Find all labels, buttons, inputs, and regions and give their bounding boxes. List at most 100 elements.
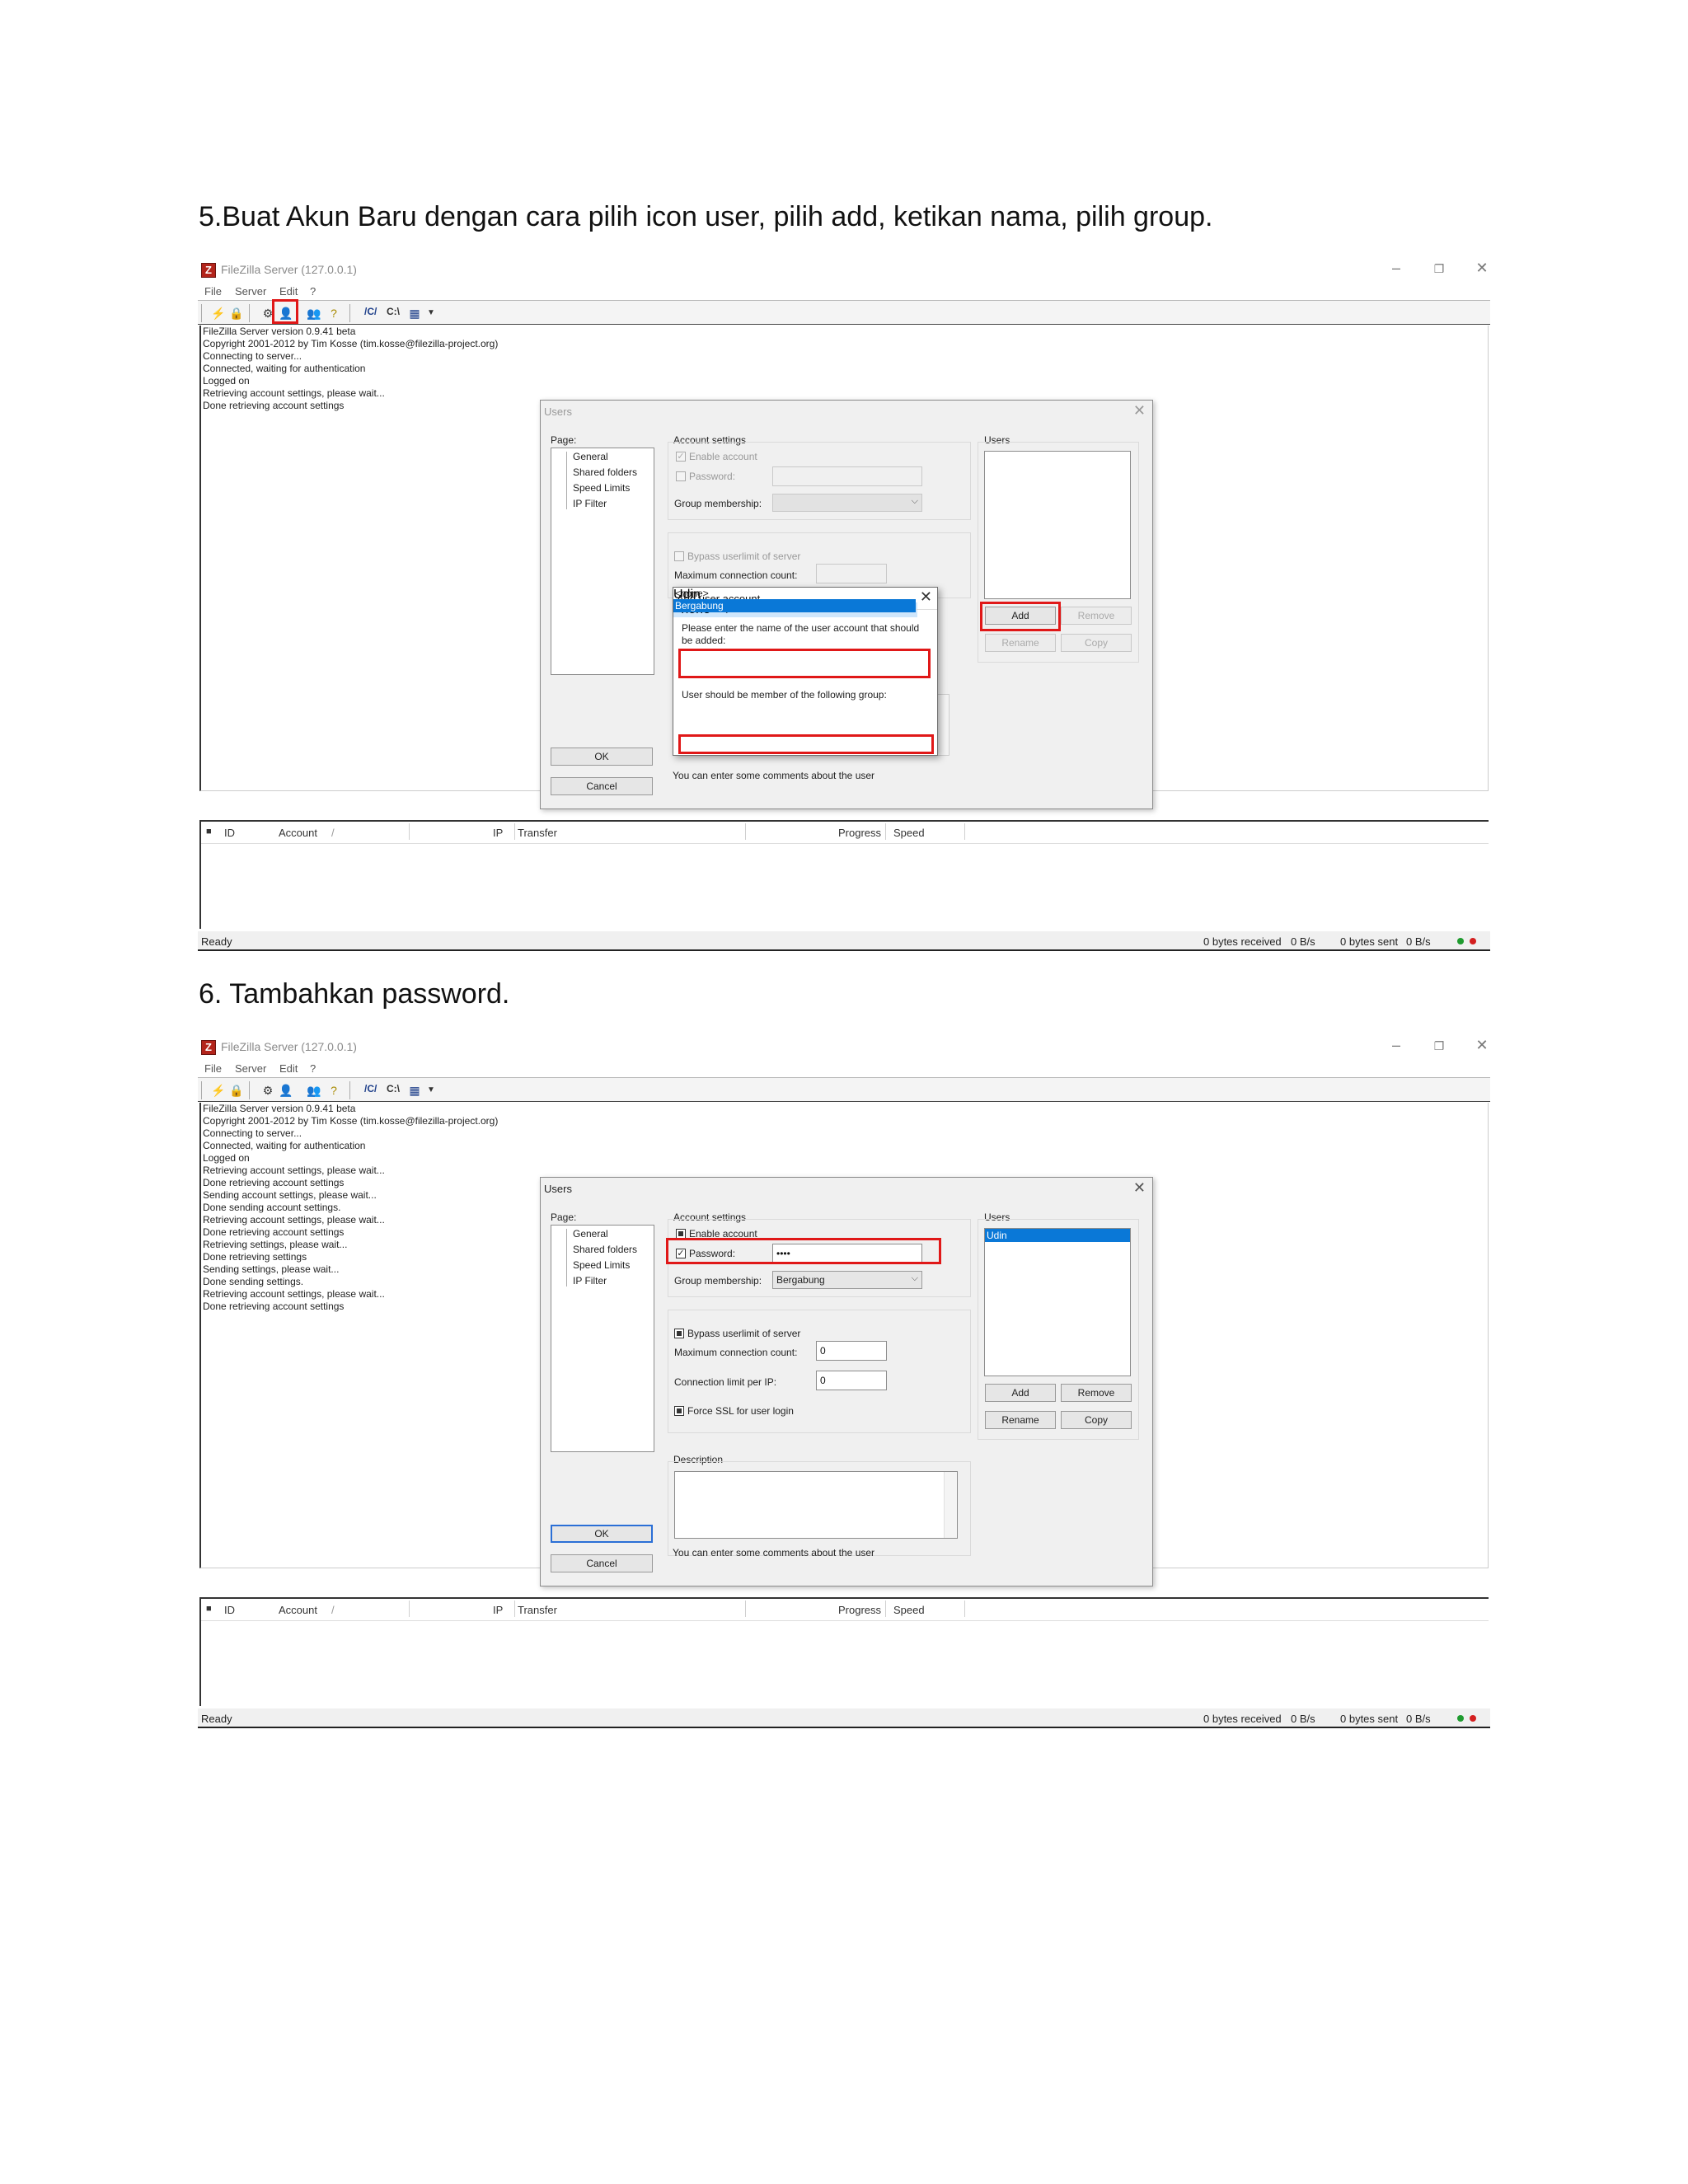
toolbar-path-c-drive[interactable]: C:\ (387, 306, 400, 317)
col-ip[interactable]: IP (493, 1604, 503, 1616)
enable-account-checkbox[interactable]: ✓ (676, 452, 686, 462)
log-line: FileZilla Server version 0.9.41 beta (203, 326, 356, 337)
connect-icon[interactable]: ⚡ (209, 304, 227, 322)
page-speed-limits[interactable]: Speed Limits (573, 1259, 630, 1271)
page-shared-folders[interactable]: Shared folders (573, 1244, 637, 1255)
status-ready: Ready (201, 935, 232, 948)
col-transfer[interactable]: Transfer (518, 827, 557, 839)
max-conn-field[interactable]: 0 (816, 1341, 887, 1361)
close-icon[interactable]: ✕ (1133, 1179, 1146, 1197)
password-checkbox[interactable] (676, 471, 686, 481)
user-icon[interactable]: 👤 (277, 1081, 295, 1099)
chevron-down-icon[interactable]: ▼ (422, 304, 440, 322)
lock-icon[interactable]: 🔒 (227, 304, 246, 322)
toolbar-path-c-drive[interactable]: C:\ (387, 1083, 400, 1094)
lock-icon[interactable]: 🔒 (227, 1081, 246, 1099)
view-icon[interactable]: ▦ (406, 1081, 424, 1099)
description-field[interactable] (674, 1471, 958, 1539)
toolbar-separator (349, 1081, 350, 1099)
col-account[interactable]: Account (279, 1604, 317, 1616)
col-speed[interactable]: Speed (893, 827, 925, 839)
col-progress[interactable]: Progress (838, 1604, 881, 1616)
group-option-none[interactable]: <none> (675, 588, 709, 599)
page-general[interactable]: General (573, 451, 608, 462)
minimize-icon[interactable]: – (1381, 260, 1411, 277)
ok-button[interactable]: OK (551, 1525, 653, 1543)
max-conn-field[interactable] (816, 564, 887, 583)
highlight-user-icon (272, 299, 298, 324)
bytes-sent: 0 bytes sent (1340, 935, 1399, 948)
remove-button[interactable]: Remove (1061, 607, 1132, 625)
col-speed[interactable]: Speed (893, 1604, 925, 1616)
group-icon[interactable]: 👥 (305, 304, 323, 322)
menu-file[interactable]: File (204, 285, 222, 298)
page-shared-folders[interactable]: Shared folders (573, 466, 637, 478)
description-scrollbar[interactable] (944, 1472, 957, 1538)
menu-file[interactable]: File (204, 1062, 222, 1075)
menu-help[interactable]: ? (310, 1062, 316, 1075)
remove-button[interactable]: Remove (1061, 1384, 1132, 1402)
toolbar-path-c-slash[interactable]: /C/ (364, 306, 377, 317)
col-progress[interactable]: Progress (838, 827, 881, 839)
help-icon[interactable]: ? (325, 1081, 343, 1099)
rename-button[interactable]: Rename (985, 634, 1056, 652)
menu-edit[interactable]: Edit (279, 285, 298, 298)
force-ssl-checkbox[interactable] (674, 1406, 684, 1416)
close-icon[interactable]: ✕ (1133, 402, 1146, 419)
toolbar-separator (249, 1081, 250, 1099)
help-icon[interactable]: ? (325, 304, 343, 322)
status-bar: Ready 0 bytes received 0 B/s 0 bytes sen… (198, 1708, 1490, 1728)
col-ip[interactable]: IP (493, 827, 503, 839)
connect-icon[interactable]: ⚡ (209, 1081, 227, 1099)
page-ip-filter[interactable]: IP Filter (573, 1275, 607, 1286)
view-icon[interactable]: ▦ (406, 304, 424, 322)
log-line: Connected, waiting for authentication (203, 363, 366, 374)
col-transfer[interactable]: Transfer (518, 1604, 557, 1616)
users-list[interactable]: Udin (984, 1228, 1131, 1376)
status-bar: Ready 0 bytes received 0 B/s 0 bytes sen… (198, 931, 1490, 951)
close-icon[interactable]: ✕ (1467, 260, 1497, 277)
col-id[interactable]: ID (224, 827, 235, 839)
password-field[interactable] (772, 466, 922, 486)
copy-button[interactable]: Copy (1061, 634, 1132, 652)
status-ready: Ready (201, 1713, 232, 1725)
menu-edit[interactable]: Edit (279, 1062, 298, 1075)
group-membership-select[interactable]: Bergabung ⌵ (772, 1271, 922, 1289)
close-icon[interactable]: ✕ (1467, 1037, 1497, 1054)
page-general[interactable]: General (573, 1228, 608, 1240)
bypass-checkbox[interactable] (674, 551, 684, 561)
rename-button[interactable]: Rename (985, 1411, 1056, 1429)
page-tree: General Shared folders Speed Limits IP F… (551, 448, 654, 675)
bypass-checkbox[interactable] (674, 1329, 684, 1338)
minimize-icon[interactable]: – (1381, 1037, 1411, 1054)
column-separator (745, 1601, 746, 1617)
menu-server[interactable]: Server (235, 1062, 266, 1075)
column-separator (885, 1601, 886, 1617)
menu-help[interactable]: ? (310, 285, 316, 298)
conn-limit-ip-field[interactable]: 0 (816, 1371, 887, 1390)
cancel-button[interactable]: Cancel (551, 1554, 653, 1572)
restore-icon[interactable]: ❐ (1424, 1039, 1454, 1053)
cancel-button[interactable]: Cancel (551, 777, 653, 795)
close-icon[interactable]: ✕ (920, 588, 932, 606)
group-membership-value: Bergabung (776, 1274, 825, 1286)
chevron-down-icon[interactable]: ▼ (422, 1081, 440, 1099)
restore-icon[interactable]: ❐ (1424, 262, 1454, 276)
menu-bar: File Server Edit ? (198, 282, 1490, 300)
column-separator (409, 1601, 410, 1617)
menu-server[interactable]: Server (235, 285, 266, 298)
user-item-udin[interactable]: Udin (985, 1229, 1130, 1242)
col-account[interactable]: Account (279, 827, 317, 839)
group-option-bergabung[interactable]: Bergabung (673, 599, 916, 612)
settings-icon[interactable]: ⚙ (259, 1081, 277, 1099)
copy-button[interactable]: Copy (1061, 1411, 1132, 1429)
add-button[interactable]: Add (985, 1384, 1056, 1402)
toolbar-path-c-slash[interactable]: /C/ (364, 1083, 377, 1094)
page-ip-filter[interactable]: IP Filter (573, 498, 607, 509)
group-membership-select[interactable]: ⌵ (772, 494, 922, 512)
col-id[interactable]: ID (224, 1604, 235, 1616)
ok-button[interactable]: OK (551, 748, 653, 766)
users-list[interactable] (984, 451, 1131, 599)
page-speed-limits[interactable]: Speed Limits (573, 482, 630, 494)
group-icon[interactable]: 👥 (305, 1081, 323, 1099)
